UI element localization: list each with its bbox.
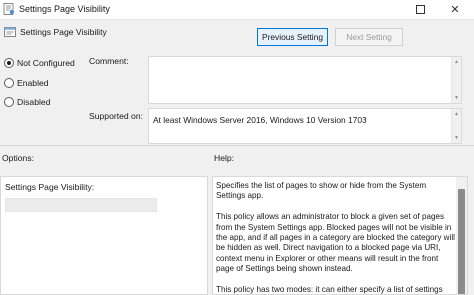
settings-page-visibility-input[interactable] xyxy=(5,198,157,212)
radio-label-disabled: Disabled xyxy=(17,97,51,107)
radio-button-selected[interactable] xyxy=(4,58,14,68)
supported-on-label: Supported on: xyxy=(89,111,143,121)
maximize-icon xyxy=(415,5,425,14)
window-title: Settings Page Visibility xyxy=(19,4,110,14)
maximize-button[interactable] xyxy=(405,0,435,20)
scroll-down-icon[interactable]: ▼ xyxy=(454,95,459,101)
scroll-down-icon[interactable]: ▼ xyxy=(454,135,459,141)
help-scrollbar-thumb[interactable] xyxy=(458,189,465,294)
policy-editor-app-icon xyxy=(3,3,14,15)
section-divider xyxy=(0,145,474,146)
comment-textarea[interactable]: ▲ ▼ xyxy=(148,56,462,104)
close-icon: ✕ xyxy=(450,4,460,16)
radio-button[interactable] xyxy=(4,97,14,107)
scroll-up-icon[interactable]: ▲ xyxy=(454,111,459,117)
help-paragraph: This policy allows an administrator to b… xyxy=(216,212,455,274)
help-heading: Help: xyxy=(214,153,235,163)
next-setting-button[interactable]: Next Setting xyxy=(335,28,403,46)
help-paragraph: Specifies the list of pages to show or h… xyxy=(216,181,427,201)
radio-label-enabled: Enabled xyxy=(17,78,49,88)
window-titlebar: Settings Page Visibility ✕ xyxy=(0,0,474,20)
scroll-up-icon[interactable]: ▲ xyxy=(454,59,459,65)
radio-button[interactable] xyxy=(4,78,14,88)
policy-setting-icon xyxy=(4,27,16,37)
supported-scrollbar[interactable]: ▲ ▼ xyxy=(451,109,461,143)
options-panel: Settings Page Visibility: xyxy=(0,176,208,295)
close-button[interactable]: ✕ xyxy=(440,0,470,20)
supported-on-field: At least Windows Server 2016, Windows 10… xyxy=(148,108,462,144)
supported-on-value: At least Windows Server 2016, Windows 10… xyxy=(153,115,367,125)
help-scrollbar[interactable] xyxy=(456,177,467,294)
help-paragraph: This policy has two modes: it can either… xyxy=(216,285,443,295)
help-text: Specifies the list of pages to show or h… xyxy=(216,181,456,295)
setting-title: Settings Page Visibility xyxy=(20,27,107,37)
previous-setting-button[interactable]: Previous Setting xyxy=(257,28,328,46)
comment-scrollbar[interactable]: ▲ ▼ xyxy=(451,57,461,103)
help-panel: Specifies the list of pages to show or h… xyxy=(212,176,468,295)
settings-page-visibility-label: Settings Page Visibility: xyxy=(5,182,95,192)
radio-label-not-configured: Not Configured xyxy=(17,58,75,68)
options-heading: Options: xyxy=(2,153,35,163)
comment-label: Comment: xyxy=(89,56,129,66)
